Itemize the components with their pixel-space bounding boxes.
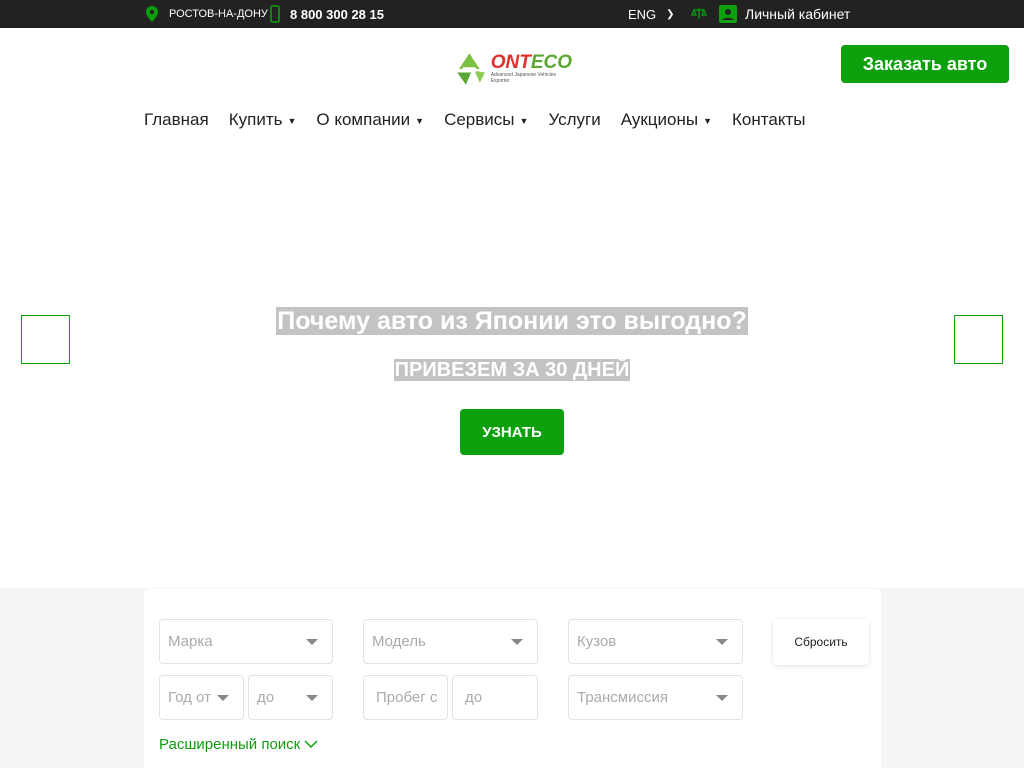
language-select[interactable]: ENG ❯	[628, 0, 675, 28]
year-from-select[interactable]: Год от	[159, 675, 244, 720]
nav-offerings[interactable]: Услуги	[548, 110, 600, 130]
logo[interactable]: ONTECO Advanced Japanese Vehicles Export…	[452, 48, 572, 90]
user-icon	[719, 5, 737, 23]
location-pin-icon	[146, 6, 158, 22]
phone-number: 8 800 300 28 15	[290, 6, 384, 22]
nav-services[interactable]: Сервисы ▼	[444, 110, 528, 130]
dropdown-arrow-icon	[511, 639, 523, 645]
mileage-to-input[interactable]: до	[452, 675, 538, 720]
mileage-from-input[interactable]: Пробег с	[363, 675, 448, 720]
language-label: ENG	[628, 6, 657, 22]
chevron-down-icon	[304, 740, 318, 749]
logo-tagline: Advanced Japanese Vehicles Exporter	[490, 72, 557, 84]
caret-down-icon: ▼	[287, 115, 297, 126]
dropdown-arrow-icon	[716, 639, 728, 645]
main-nav: Главная Купить ▼ О компании ▼ Сервисы ▼ Усл…	[144, 110, 805, 130]
location[interactable]: РОСТОВ-НА-ДОНУ	[146, 0, 268, 28]
chevron-down-icon: ❯	[666, 8, 675, 20]
hero-title: Почему авто из Японии это выгодно?	[276, 307, 748, 335]
caret-down-icon: ▼	[519, 115, 529, 126]
cabinet-link[interactable]: Личный кабинет	[719, 0, 850, 28]
nav-auctions[interactable]: Аукционы ▼	[621, 110, 712, 130]
cabinet-label: Личный кабинет	[745, 6, 851, 22]
model-select[interactable]: Модель	[363, 619, 538, 664]
caret-down-icon: ▼	[415, 115, 425, 126]
dropdown-arrow-icon	[306, 695, 318, 701]
nav-home[interactable]: Главная	[144, 110, 209, 130]
compare-button[interactable]	[691, 0, 707, 28]
phone-icon	[270, 5, 280, 23]
city-label: РОСТОВ-НА-ДОНУ	[169, 8, 268, 20]
learn-more-button[interactable]: УЗНАТЬ	[460, 409, 564, 455]
dropdown-arrow-icon	[716, 695, 728, 701]
make-select[interactable]: Марка	[159, 619, 333, 664]
transmission-select[interactable]: Трансмиссия	[568, 675, 743, 720]
advanced-search-toggle[interactable]: Расширенный поиск	[159, 736, 318, 753]
recycle-logo-icon	[457, 53, 485, 85]
nav-contacts[interactable]: Контакты	[732, 110, 805, 130]
scales-icon	[691, 8, 707, 19]
dropdown-arrow-icon	[217, 695, 229, 701]
caret-down-icon: ▼	[703, 115, 713, 126]
phone[interactable]: 8 800 300 28 15	[270, 0, 384, 28]
reset-button[interactable]: Сбросить	[773, 619, 869, 665]
nav-about[interactable]: О компании ▼	[316, 110, 424, 130]
year-to-select[interactable]: до	[248, 675, 333, 720]
order-car-button[interactable]: Заказать авто	[841, 45, 1009, 83]
hero-subtitle: ПРИВЕЗЕМ ЗА 30 ДНЕЙ	[393, 359, 631, 381]
top-bar: РОСТОВ-НА-ДОНУ 8 800 300 28 15 ENG ❯ Лич…	[0, 0, 1024, 28]
body-select[interactable]: Кузов	[568, 619, 743, 664]
dropdown-arrow-icon	[306, 639, 318, 645]
nav-buy[interactable]: Купить ▼	[229, 110, 297, 130]
